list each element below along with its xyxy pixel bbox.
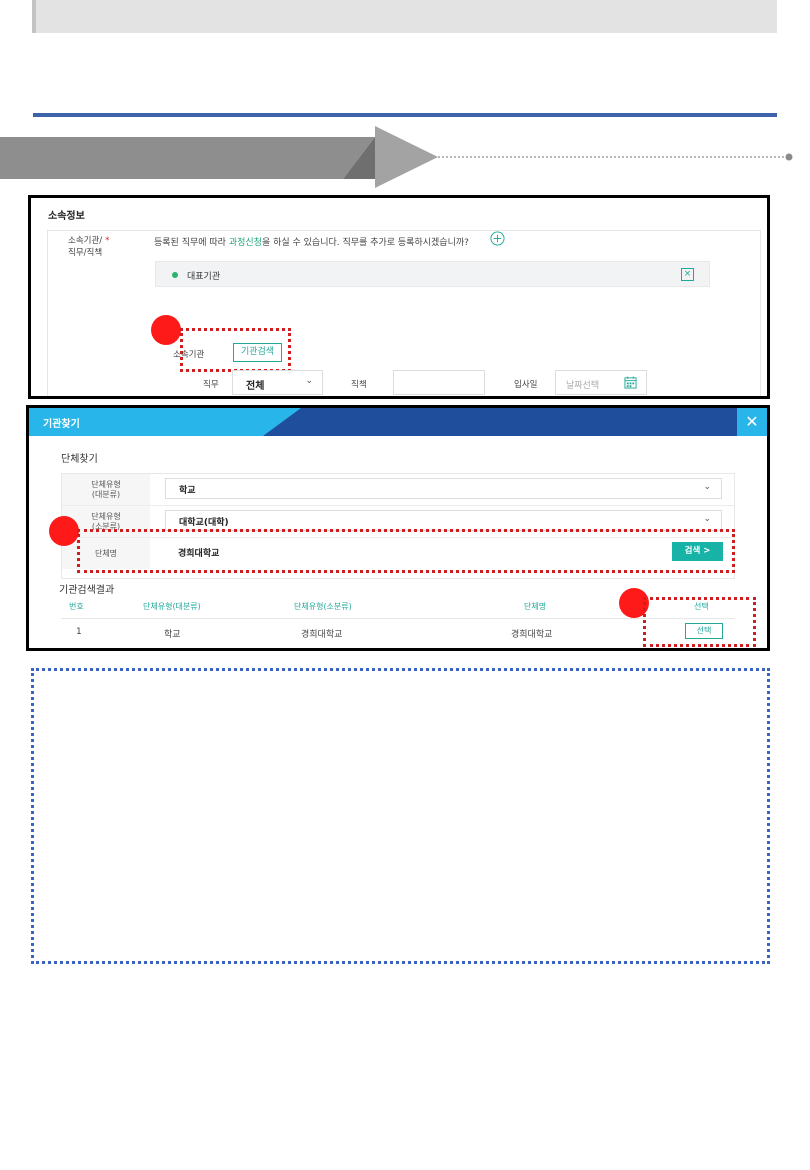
minor-type-value: 대학교(대학) [179, 518, 229, 528]
calendar-icon[interactable] [624, 376, 637, 389]
agency-search-modal: 기관찾기 ✕ 단체찾기 단체유형 (대분류) 학교 ⌄ 단체유형 (소분류) 대학교… [26, 405, 770, 651]
major-type-label: 단체유형 (대분류) [62, 474, 150, 505]
column-header-name: 단체명 [524, 602, 547, 611]
label-line2: (대분류) [91, 489, 121, 499]
close-icon[interactable]: ✕ [737, 408, 767, 436]
section-divider [33, 113, 777, 117]
label-line1: 소속기관/ [68, 236, 103, 246]
date-placeholder: 날짜선택 [566, 381, 600, 391]
major-type-value: 학교 [179, 486, 196, 496]
representative-label: 대표기관 [187, 272, 221, 282]
minor-type-select[interactable]: 대학교(대학) ⌄ [165, 510, 722, 531]
description-text: 등록된 직무에 따라 [154, 238, 229, 248]
affiliation-label: 소속기관 [173, 350, 205, 360]
description-text-end: 을 하실 수 있습니다. 직무를 추가로 등록하시겠습니까? [261, 238, 469, 248]
job-select-value: 전체 [246, 381, 265, 392]
affiliation-description: 등록된 직무에 따라 과정신청을 하실 수 있습니다. 직무를 추가로 등록하시… [154, 235, 469, 248]
hire-date-input[interactable]: 날짜선택 [555, 370, 647, 395]
label-line1: 단체유형 [91, 479, 121, 489]
position-input[interactable] [393, 370, 485, 395]
table-cell-major-type: 학교 [164, 630, 181, 640]
note-box [31, 668, 770, 964]
group-search-title: 단체찾기 [61, 454, 98, 465]
results-title: 기관검색결과 [59, 585, 115, 596]
affiliation-field-label: 소속기관/* 직무/직책 [68, 235, 109, 259]
highlight-select-button [643, 597, 756, 647]
job-select[interactable]: 전체 ⌄ [232, 370, 323, 395]
job-label: 직무 [203, 380, 219, 390]
major-type-select[interactable]: 학교 ⌄ [165, 478, 722, 499]
column-header-no: 번호 [69, 602, 84, 611]
chevron-down-icon: ⌄ [305, 376, 313, 386]
chevron-down-icon: ⌄ [703, 514, 711, 524]
column-header-minor-type: 단체유형(소분류) [294, 602, 352, 611]
chevron-down-icon: ⌄ [703, 482, 711, 492]
table-divider [61, 618, 735, 619]
step-marker-2 [49, 516, 79, 546]
highlight-group-name [77, 529, 735, 573]
major-type-row: 단체유형 (대분류) 학교 ⌄ [62, 474, 734, 506]
step-arrow-banner [0, 126, 793, 188]
course-apply-link[interactable]: 과정신청 [229, 238, 262, 248]
step-marker-1 [151, 315, 181, 345]
table-cell-name: 경희대학교 [511, 630, 553, 640]
column-header-major-type: 단체유형(대분류) [143, 602, 201, 611]
close-box-icon[interactable]: × [681, 268, 694, 281]
modal-title: 기관찾기 [43, 419, 80, 430]
label-line1: 단체유형 [91, 511, 121, 521]
top-header-bar [32, 0, 777, 33]
table-cell-no: 1 [76, 627, 82, 637]
representative-agency-row: 대표기관 × [155, 261, 710, 287]
modal-header [29, 408, 767, 436]
circle-plus-icon[interactable] [490, 231, 505, 246]
required-marker: * [105, 236, 110, 246]
position-label: 직책 [351, 380, 367, 390]
section-title: 소속정보 [48, 211, 85, 222]
hire-date-label: 입사일 [514, 380, 538, 390]
agency-search-button[interactable]: 기관검색 [233, 343, 282, 362]
green-dot-icon [172, 272, 178, 278]
table-cell-minor-type: 경희대학교 [301, 630, 343, 640]
label-line2: 직무/직책 [68, 248, 103, 258]
affiliation-panel: 소속정보 소속기관/* 직무/직책 등록된 직무에 따라 과정신청을 하실 수 … [28, 195, 770, 399]
